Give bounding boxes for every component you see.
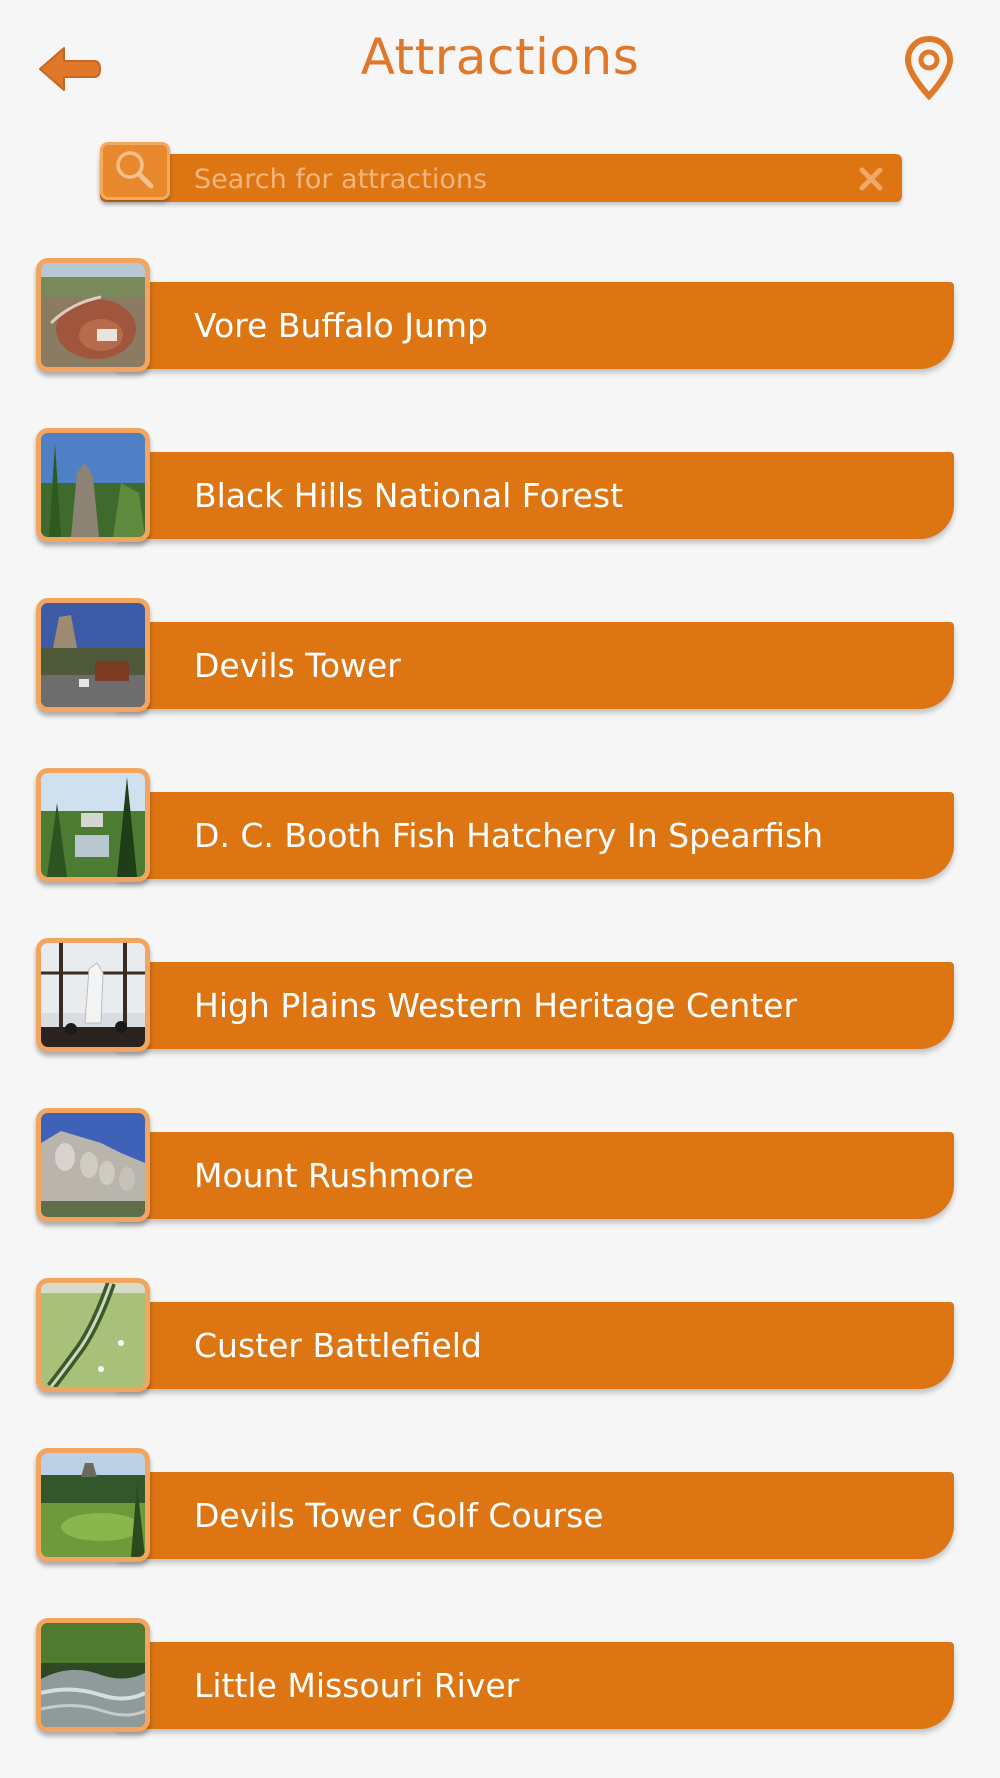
list-item-vore-buffalo-jump[interactable]: Vore Buffalo Jump xyxy=(36,258,954,372)
list-item-dc-booth-fish-hatchery[interactable]: D. C. Booth Fish Hatchery In Spearfish xyxy=(36,768,954,882)
thumbnail-image xyxy=(36,938,150,1052)
list-item-black-hills-national-forest[interactable]: Black Hills National Forest xyxy=(36,428,954,542)
thumbnail-image xyxy=(36,1618,150,1732)
thumbnail-image xyxy=(36,1108,150,1222)
list-item-devils-tower-golf-course[interactable]: Devils Tower Golf Course xyxy=(36,1448,954,1562)
close-icon xyxy=(859,167,883,191)
clear-search-button[interactable] xyxy=(856,164,886,194)
list-item-label: Little Missouri River xyxy=(194,1666,520,1705)
list-item-label: Mount Rushmore xyxy=(194,1156,474,1195)
list-item-mount-rushmore[interactable]: Mount Rushmore xyxy=(36,1108,954,1222)
header-bar: Attractions xyxy=(0,0,1000,130)
thumbnail-image xyxy=(36,598,150,712)
search-button[interactable] xyxy=(100,142,170,200)
list-item-custer-battlefield[interactable]: Custer Battlefield xyxy=(36,1278,954,1392)
list-item-label: Custer Battlefield xyxy=(194,1326,482,1365)
map-button[interactable] xyxy=(904,35,954,101)
thumbnail-image xyxy=(36,428,150,542)
thumbnail-image xyxy=(36,1278,150,1392)
list-item-label: Devils Tower Golf Course xyxy=(194,1496,604,1535)
thumbnail-image xyxy=(36,1448,150,1562)
list-item-label: Devils Tower xyxy=(194,646,401,685)
list-item-little-missouri-river[interactable]: Little Missouri River xyxy=(36,1618,954,1732)
thumbnail-image xyxy=(36,258,150,372)
map-pin-icon xyxy=(904,35,954,101)
list-item-label: Black Hills National Forest xyxy=(194,476,624,515)
list-item-label: D. C. Booth Fish Hatchery In Spearfish xyxy=(194,816,824,855)
list-item-label: High Plains Western Heritage Center xyxy=(194,986,798,1025)
list-item-high-plains-western-heritage-center[interactable]: High Plains Western Heritage Center xyxy=(36,938,954,1052)
thumbnail-image xyxy=(36,768,150,882)
list-item-label: Vore Buffalo Jump xyxy=(194,306,488,345)
magnifier-icon xyxy=(116,151,154,189)
page-title: Attractions xyxy=(360,28,640,86)
search-bar xyxy=(100,142,902,202)
search-input[interactable] xyxy=(192,156,836,202)
list-item-devils-tower[interactable]: Devils Tower xyxy=(36,598,954,712)
